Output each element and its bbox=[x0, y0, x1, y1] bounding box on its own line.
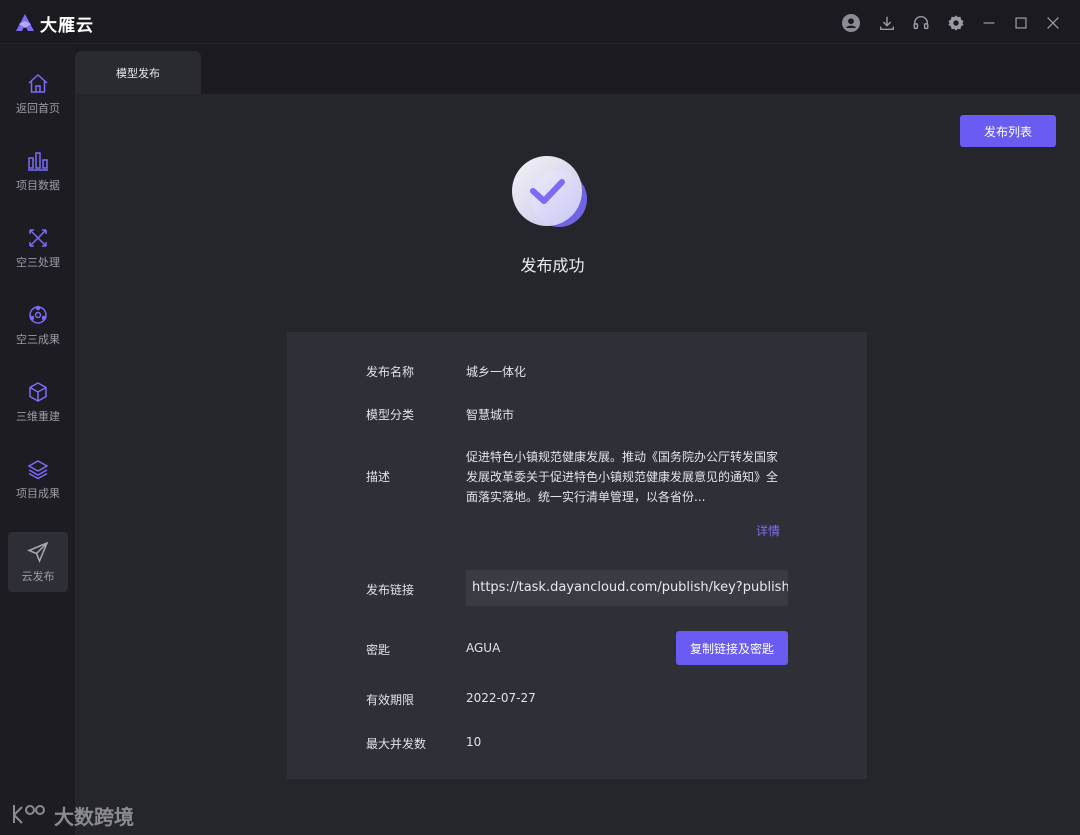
sidebar-item-home[interactable]: 返回首页 bbox=[8, 64, 68, 124]
title-bar: 大雁云 bbox=[0, 0, 1080, 44]
publish-link-label: 发布链接 bbox=[366, 583, 415, 597]
expiry-label: 有效期限 bbox=[366, 693, 415, 707]
sidebar-item-cloud-publish[interactable]: 云发布 bbox=[8, 532, 68, 592]
description-value: 促进特色小镇规范健康发展。推动《国务院办公厅转发国家发展改革委关于促进特色小镇规… bbox=[466, 450, 779, 504]
layers-icon bbox=[27, 460, 49, 480]
sidebar-item-aerial-processing[interactable]: 空三处理 bbox=[8, 218, 68, 278]
sidebar-item-3d-reconstruction[interactable]: 三维重建 bbox=[8, 372, 68, 432]
sidebar-item-label: 三维重建 bbox=[16, 410, 60, 423]
sidebar-item-label: 返回首页 bbox=[16, 102, 60, 115]
send-icon bbox=[27, 541, 49, 563]
close-icon[interactable] bbox=[1042, 12, 1064, 34]
sidebar-item-label: 项目成果 bbox=[16, 487, 60, 500]
tab-bar: 模型发布 bbox=[75, 44, 1080, 94]
publish-name-label: 发布名称 bbox=[366, 365, 415, 379]
publish-list-button[interactable]: 发布列表 bbox=[960, 115, 1056, 147]
sidebar-item-label: 云发布 bbox=[21, 570, 55, 583]
cube-icon bbox=[29, 382, 47, 402]
key-value: AGUA bbox=[466, 641, 501, 655]
sidebar-item-project-results[interactable]: 项目成果 bbox=[8, 449, 68, 509]
logo-icon bbox=[16, 14, 34, 31]
gear-icon[interactable] bbox=[945, 12, 967, 34]
result-icon bbox=[29, 305, 47, 324]
max-concurrency-label: 最大并发数 bbox=[366, 737, 427, 751]
download-icon[interactable] bbox=[876, 12, 898, 34]
home-icon bbox=[28, 73, 48, 93]
expiry-value: 2022-07-27 bbox=[466, 691, 536, 705]
sidebar-item-label: 空三处理 bbox=[16, 256, 60, 269]
maximize-icon[interactable] bbox=[1010, 12, 1032, 34]
watermark-logo-icon bbox=[13, 805, 45, 824]
publish-name-value: 城乡一体化 bbox=[466, 365, 527, 379]
process-icon bbox=[29, 229, 47, 247]
key-label: 密匙 bbox=[366, 643, 391, 657]
bar-chart-icon bbox=[28, 152, 48, 171]
watermark: 大数跨境 bbox=[10, 800, 134, 830]
app-name: 大雁云 bbox=[40, 15, 94, 36]
copy-link-and-key-button[interactable]: 复制链接及密匙 bbox=[676, 631, 788, 665]
success-check-icon bbox=[512, 156, 587, 227]
publish-info-panel: 发布名称 城乡一体化 模型分类 智慧城市 描述 促进特色小镇规范健康发展。推动《… bbox=[287, 332, 867, 779]
success-title: 发布成功 bbox=[520, 256, 585, 275]
model-category-value: 智慧城市 bbox=[466, 408, 515, 422]
minimize-icon[interactable] bbox=[978, 12, 1000, 34]
sidebar: 返回首页 项目数据 空三处理 空三成果 三维重建 项目成果 云发布 bbox=[0, 44, 75, 835]
app-logo: 大雁云 bbox=[14, 12, 94, 36]
max-concurrency-value: 10 bbox=[466, 735, 482, 749]
tab-model-publish[interactable]: 模型发布 bbox=[75, 51, 201, 94]
description-label: 描述 bbox=[366, 470, 391, 484]
user-icon[interactable] bbox=[840, 12, 862, 34]
model-category-label: 模型分类 bbox=[366, 408, 415, 422]
publish-link-field[interactable]: https://task.dayancloud.com/publish/key?… bbox=[466, 570, 788, 606]
sidebar-item-project-data[interactable]: 项目数据 bbox=[8, 141, 68, 201]
sidebar-item-label: 项目数据 bbox=[16, 179, 60, 192]
sidebar-item-aerial-results[interactable]: 空三成果 bbox=[8, 295, 68, 355]
main-content: 发布列表 发布成功 发布名称 城乡一体化 模型分类 智慧城市 描述 促进特色小镇… bbox=[75, 94, 1080, 835]
details-link[interactable]: 详情 bbox=[756, 522, 780, 539]
sidebar-item-label: 空三成果 bbox=[16, 333, 60, 346]
watermark-text: 大数跨境 bbox=[54, 804, 134, 829]
headset-icon[interactable] bbox=[910, 12, 932, 34]
